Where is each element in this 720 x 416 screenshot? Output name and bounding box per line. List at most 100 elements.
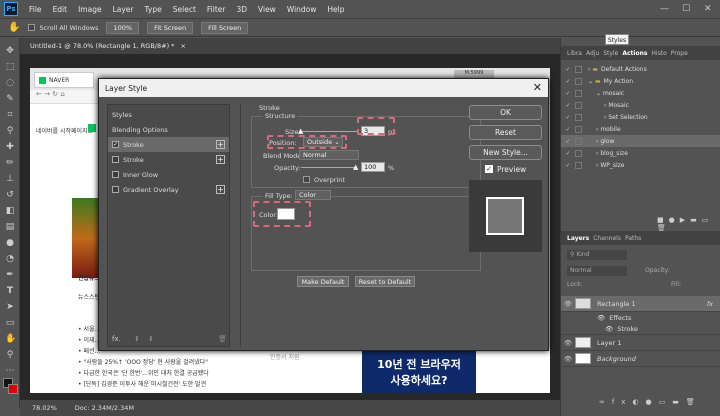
fx-icon[interactable]: fx. bbox=[112, 335, 121, 343]
crop-tool-icon[interactable]: ⌗ bbox=[5, 110, 15, 120]
marquee-tool-icon[interactable]: ⬚ bbox=[5, 62, 15, 72]
history-brush-icon[interactable]: ↺ bbox=[5, 190, 15, 200]
fill-type-dropdown[interactable]: Color bbox=[295, 190, 331, 200]
tab-paths[interactable]: Paths bbox=[625, 235, 641, 242]
layer-background[interactable]: 👁 Background bbox=[561, 351, 720, 367]
layer-filter-kind[interactable]: ⚲ Kind bbox=[567, 250, 627, 260]
size-slider[interactable] bbox=[301, 131, 357, 132]
action-row[interactable]: ✓ › blog_size bbox=[561, 147, 720, 159]
stamp-tool-icon[interactable]: ⊥ bbox=[5, 174, 15, 184]
stroke-2-checkbox[interactable] bbox=[112, 156, 119, 163]
close-window-button[interactable]: ✕ bbox=[704, 4, 712, 14]
action-row[interactable]: ✓ › Mosaic bbox=[561, 99, 720, 111]
dialog-titlebar[interactable]: Layer Style ✕ bbox=[99, 79, 548, 97]
eye-icon[interactable]: 👁 bbox=[561, 355, 575, 363]
style-item-inner-glow[interactable]: Inner Glow bbox=[108, 167, 229, 182]
eyedropper-tool-icon[interactable]: ⚲ bbox=[5, 126, 15, 136]
layers-footer-icons[interactable]: ∞fx◐●▭▬🗑 bbox=[599, 398, 702, 406]
style-item-gradient-overlay[interactable]: Gradient Overlay + bbox=[108, 182, 229, 197]
add-gradient-icon[interactable]: + bbox=[216, 185, 225, 194]
document-tab[interactable]: Untitled-1 @ 78.0% (Rectangle 1, RGB/8#)… bbox=[20, 38, 560, 54]
overprint-checkbox[interactable] bbox=[303, 176, 310, 183]
tab-actions[interactable]: Actions bbox=[622, 50, 647, 57]
layer-rectangle-1[interactable]: 👁 Rectangle 1 fx bbox=[561, 296, 720, 312]
menu-layer[interactable]: Layer bbox=[113, 5, 134, 14]
scroll-all-checkbox[interactable] bbox=[28, 24, 36, 31]
gradient-tool-icon[interactable]: ▤ bbox=[5, 222, 15, 232]
make-default-button[interactable]: Make Default bbox=[297, 276, 349, 287]
tab-layers[interactable]: Layers bbox=[567, 235, 589, 242]
preview-checkbox[interactable]: ✓ bbox=[485, 165, 493, 173]
tab-channels[interactable]: Channels bbox=[593, 235, 621, 242]
quick-select-icon[interactable]: ✎ bbox=[5, 94, 15, 104]
menu-file[interactable]: File bbox=[29, 5, 42, 14]
zoom-100-button[interactable]: 100% bbox=[106, 21, 140, 34]
layer-1[interactable]: 👁 Layer 1 bbox=[561, 335, 720, 351]
add-stroke-icon[interactable]: + bbox=[216, 155, 225, 164]
action-row[interactable]: ✓ › ▬ Default Actions bbox=[561, 63, 720, 75]
size-slider-handle[interactable]: ▲ bbox=[298, 127, 303, 135]
eye-icon[interactable]: 👁 bbox=[597, 314, 605, 322]
menu-type[interactable]: Type bbox=[145, 5, 162, 14]
action-row[interactable]: ✓ ⌄ ▬ My Action bbox=[561, 75, 720, 87]
action-row[interactable]: ✓ › Set Selection bbox=[561, 111, 720, 123]
reset-to-default-button[interactable]: Reset to Default bbox=[355, 276, 415, 287]
move-tool-icon[interactable]: ✥ bbox=[5, 46, 15, 56]
menu-select[interactable]: Select bbox=[173, 5, 196, 14]
opacity-slider[interactable] bbox=[301, 167, 357, 168]
menu-3d[interactable]: 3D bbox=[236, 5, 247, 14]
add-stroke-icon[interactable]: + bbox=[216, 140, 225, 149]
tab-adjustments[interactable]: Adju bbox=[586, 50, 599, 57]
style-item-stroke-1[interactable]: ✓ Stroke + bbox=[108, 137, 229, 152]
fill-screen-button[interactable]: Fill Screen bbox=[201, 21, 249, 34]
action-row[interactable]: ✓ › mobile bbox=[561, 123, 720, 135]
style-item-styles[interactable]: Styles bbox=[108, 107, 229, 122]
background-color-swatch[interactable] bbox=[8, 384, 18, 394]
action-row[interactable]: ✓ ⌄ mosaic bbox=[561, 87, 720, 99]
more-tools-icon[interactable]: ⋯ bbox=[5, 366, 15, 376]
opacity-input[interactable]: 100 bbox=[361, 162, 385, 172]
menu-view[interactable]: View bbox=[258, 5, 276, 14]
hand-tool-icon[interactable]: ✋ bbox=[5, 334, 16, 344]
eye-icon[interactable]: 👁 bbox=[561, 339, 575, 347]
tab-history[interactable]: Histo bbox=[651, 50, 666, 57]
inner-glow-checkbox[interactable] bbox=[112, 171, 119, 178]
layer-effects[interactable]: 👁 Effects bbox=[561, 312, 720, 323]
pen-tool-icon[interactable]: ✒ bbox=[5, 270, 15, 280]
menu-window[interactable]: Window bbox=[287, 5, 317, 14]
shape-tool-icon[interactable]: ▭ bbox=[5, 318, 15, 328]
style-item-blending-options[interactable]: Blending Options bbox=[108, 122, 229, 137]
brush-tool-icon[interactable]: ✏ bbox=[5, 158, 15, 168]
tab-libraries[interactable]: Libra bbox=[567, 50, 582, 57]
dialog-close-icon[interactable]: ✕ bbox=[533, 81, 542, 94]
maximize-button[interactable]: ☐ bbox=[682, 4, 690, 14]
opacity-slider-handle[interactable]: ▲ bbox=[353, 163, 358, 171]
eye-icon[interactable]: 👁 bbox=[605, 325, 613, 333]
reset-button[interactable]: Reset bbox=[469, 125, 542, 140]
blur-tool-icon[interactable]: ● bbox=[5, 238, 15, 248]
minimize-button[interactable]: — bbox=[660, 4, 669, 14]
stroke-1-checkbox[interactable]: ✓ bbox=[112, 141, 119, 148]
path-select-icon[interactable]: ➤ bbox=[5, 302, 15, 312]
menu-edit[interactable]: Edit bbox=[53, 5, 68, 14]
type-tool-icon[interactable]: T bbox=[5, 286, 15, 296]
blend-mode-dropdown[interactable]: Normal bbox=[299, 150, 359, 160]
lasso-tool-icon[interactable]: ◌ bbox=[5, 78, 15, 88]
style-item-stroke-2[interactable]: Stroke + bbox=[108, 152, 229, 167]
move-down-icon[interactable]: ⬇ bbox=[148, 335, 154, 343]
move-up-icon[interactable]: ⬆ bbox=[134, 335, 140, 343]
menu-help[interactable]: Help bbox=[327, 5, 344, 14]
menu-filter[interactable]: Filter bbox=[207, 5, 226, 14]
action-row[interactable]: ✓ › WP_size bbox=[561, 159, 720, 171]
gradient-overlay-checkbox[interactable] bbox=[112, 186, 119, 193]
ok-button[interactable]: OK bbox=[469, 105, 542, 120]
layer-blend-mode[interactable]: Normal bbox=[567, 266, 627, 276]
layer-stroke-effect[interactable]: 👁 Stroke bbox=[561, 323, 720, 335]
healing-brush-icon[interactable]: ✚ bbox=[5, 142, 15, 152]
eye-icon[interactable]: 👁 bbox=[561, 300, 575, 308]
close-document-icon[interactable]: × bbox=[180, 42, 185, 50]
menu-image[interactable]: Image bbox=[78, 5, 102, 14]
dodge-tool-icon[interactable]: ◔ bbox=[5, 254, 15, 264]
new-style-button[interactable]: New Style... bbox=[469, 145, 542, 160]
actions-footer-icons[interactable]: ■●▶▬▭🗑 bbox=[657, 216, 720, 232]
